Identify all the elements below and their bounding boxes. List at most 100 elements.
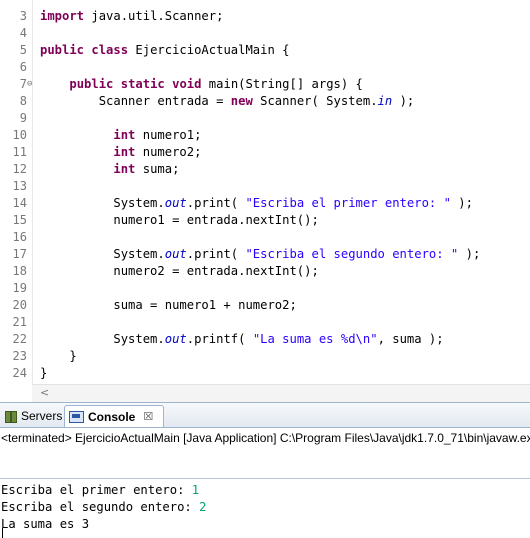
code-token: System. — [40, 196, 165, 210]
code-token: .print( — [186, 247, 246, 261]
code-line[interactable]: 6 — [0, 59, 530, 76]
code-line[interactable]: 4 — [0, 25, 530, 42]
console-divider — [0, 478, 530, 479]
code-line[interactable]: 20 suma = numero1 + numero2; — [0, 297, 530, 314]
code-line[interactable]: 21 — [0, 314, 530, 331]
code-token: ); — [392, 94, 415, 108]
line-number: 9 — [19, 111, 27, 125]
string-token: "Escriba el segundo entero: " — [245, 247, 459, 261]
code-line[interactable]: 24} — [0, 365, 530, 382]
horizontal-scrollbar[interactable]: < — [32, 384, 530, 402]
keyword-token: int — [113, 145, 136, 159]
code-line[interactable]: 18 numero2 = entrada.nextInt(); — [0, 263, 530, 280]
line-number: 11 — [12, 145, 27, 159]
close-icon[interactable]: ☒ — [143, 410, 153, 423]
code-line[interactable]: 23 } — [0, 348, 530, 365]
code-line[interactable]: 19 — [0, 280, 530, 297]
keyword-token: int — [113, 128, 136, 142]
keyword-token: new — [230, 94, 253, 108]
code-text: public class EjercicioActualMain { — [40, 42, 290, 59]
console-user-input: 1 — [191, 483, 200, 497]
code-line[interactable]: 11 int numero2; — [0, 144, 530, 161]
code-token: , suma ); — [377, 332, 444, 346]
code-token: } — [40, 366, 48, 380]
code-text: public static void main(String[] args) { — [40, 76, 363, 93]
code-line[interactable]: 3 import java.util.Scanner; — [0, 8, 530, 25]
code-editor[interactable]: 3 import java.util.Scanner; 4 5 public class… — [0, 0, 530, 402]
code-token: System. — [40, 332, 165, 346]
keyword-token: static — [120, 77, 165, 91]
code-line[interactable]: 17 System.out.print( "Escriba el segundo… — [0, 246, 530, 263]
keyword-token: class — [91, 43, 129, 57]
code-token: main(String[] args) { — [201, 77, 363, 91]
line-number: 15 — [12, 213, 27, 227]
code-line[interactable]: 14 System.out.print( "Escriba el primer … — [0, 195, 530, 212]
code-text: int numero1; — [40, 127, 201, 144]
code-line[interactable]: 10 int numero1; — [0, 127, 530, 144]
line-number: 22 — [12, 332, 27, 346]
code-line[interactable]: 15 numero1 = entrada.nextInt(); — [0, 212, 530, 229]
code-line[interactable]: 9 — [0, 110, 530, 127]
code-text: import java.util.Scanner; — [40, 8, 223, 25]
line-number: 4 — [19, 26, 27, 40]
code-line[interactable]: 8 Scanner entrada = new Scanner( System.… — [0, 93, 530, 110]
field-token: out — [164, 196, 187, 210]
code-text: Scanner entrada = new Scanner( System.in… — [40, 93, 415, 110]
code-token: Scanner( System. — [252, 94, 378, 108]
code-text: int numero2; — [40, 144, 201, 161]
code-text: System.out.print( "Escriba el segundo en… — [40, 246, 480, 263]
code-token: System. — [40, 247, 165, 261]
code-token: } — [40, 349, 77, 363]
console-prompt-text: Escriba el segundo entero: — [1, 500, 200, 514]
code-text: System.out.printf( "La suma es %d\n", su… — [40, 331, 444, 348]
code-line[interactable]: 12 int suma; — [0, 161, 530, 178]
code-token: numero2; — [135, 145, 202, 159]
tab-servers-label: Servers — [21, 408, 63, 423]
code-text: numero1 = entrada.nextInt(); — [40, 212, 319, 229]
line-number: 12 — [12, 162, 27, 176]
console-status-text: <terminated> EjercicioActualMain [Java A… — [1, 431, 530, 445]
line-number: 13 — [12, 179, 27, 193]
field-token: out — [164, 332, 187, 346]
keyword-token: public — [69, 77, 114, 91]
console-prompt-text: Escriba el primer entero: — [1, 483, 192, 497]
code-token: numero1 = entrada.nextInt(); — [40, 213, 319, 227]
scroll-left-arrow-icon[interactable]: < — [40, 386, 49, 399]
code-line[interactable]: 22 System.out.printf( "La suma es %d\n",… — [0, 331, 530, 348]
code-token: EjercicioActualMain { — [128, 43, 290, 57]
field-token: in — [377, 94, 393, 108]
line-number: 24 — [12, 366, 27, 380]
tab-console[interactable]: Console ☒ — [64, 405, 164, 427]
keyword-token: void — [172, 77, 202, 91]
code-token: suma = numero1 + numero2; — [40, 298, 297, 312]
code-token: .print( — [186, 196, 246, 210]
servers-icon — [4, 410, 17, 423]
code-line[interactable]: 13 — [0, 178, 530, 195]
line-number: 3 — [19, 9, 27, 23]
code-line[interactable]: 16 — [0, 229, 530, 246]
code-line[interactable]: 7 ⊖ public static void main(String[] args… — [0, 76, 530, 93]
line-number: 8 — [19, 94, 27, 108]
code-token: suma; — [135, 162, 180, 176]
line-number: 20 — [12, 298, 27, 312]
fold-collapse-icon[interactable]: ⊖ — [27, 76, 32, 93]
text-caret — [2, 528, 3, 538]
line-number: 14 — [12, 196, 27, 210]
console-view-panel: Servers Console ☒ <terminated> Ejercicio… — [0, 402, 530, 538]
code-token: java.util.Scanner; — [84, 9, 224, 23]
line-number: 16 — [12, 230, 27, 244]
code-token: numero1; — [135, 128, 202, 142]
code-line[interactable]: 5 public class EjercicioActualMain { — [0, 42, 530, 59]
code-token: ); — [458, 247, 481, 261]
code-text: numero2 = entrada.nextInt(); — [40, 263, 318, 280]
string-token: "Escriba el primer entero: " — [245, 196, 451, 210]
tab-servers[interactable]: Servers — [0, 405, 66, 426]
keyword-token: int — [113, 162, 136, 176]
line-number: 10 — [12, 128, 27, 142]
